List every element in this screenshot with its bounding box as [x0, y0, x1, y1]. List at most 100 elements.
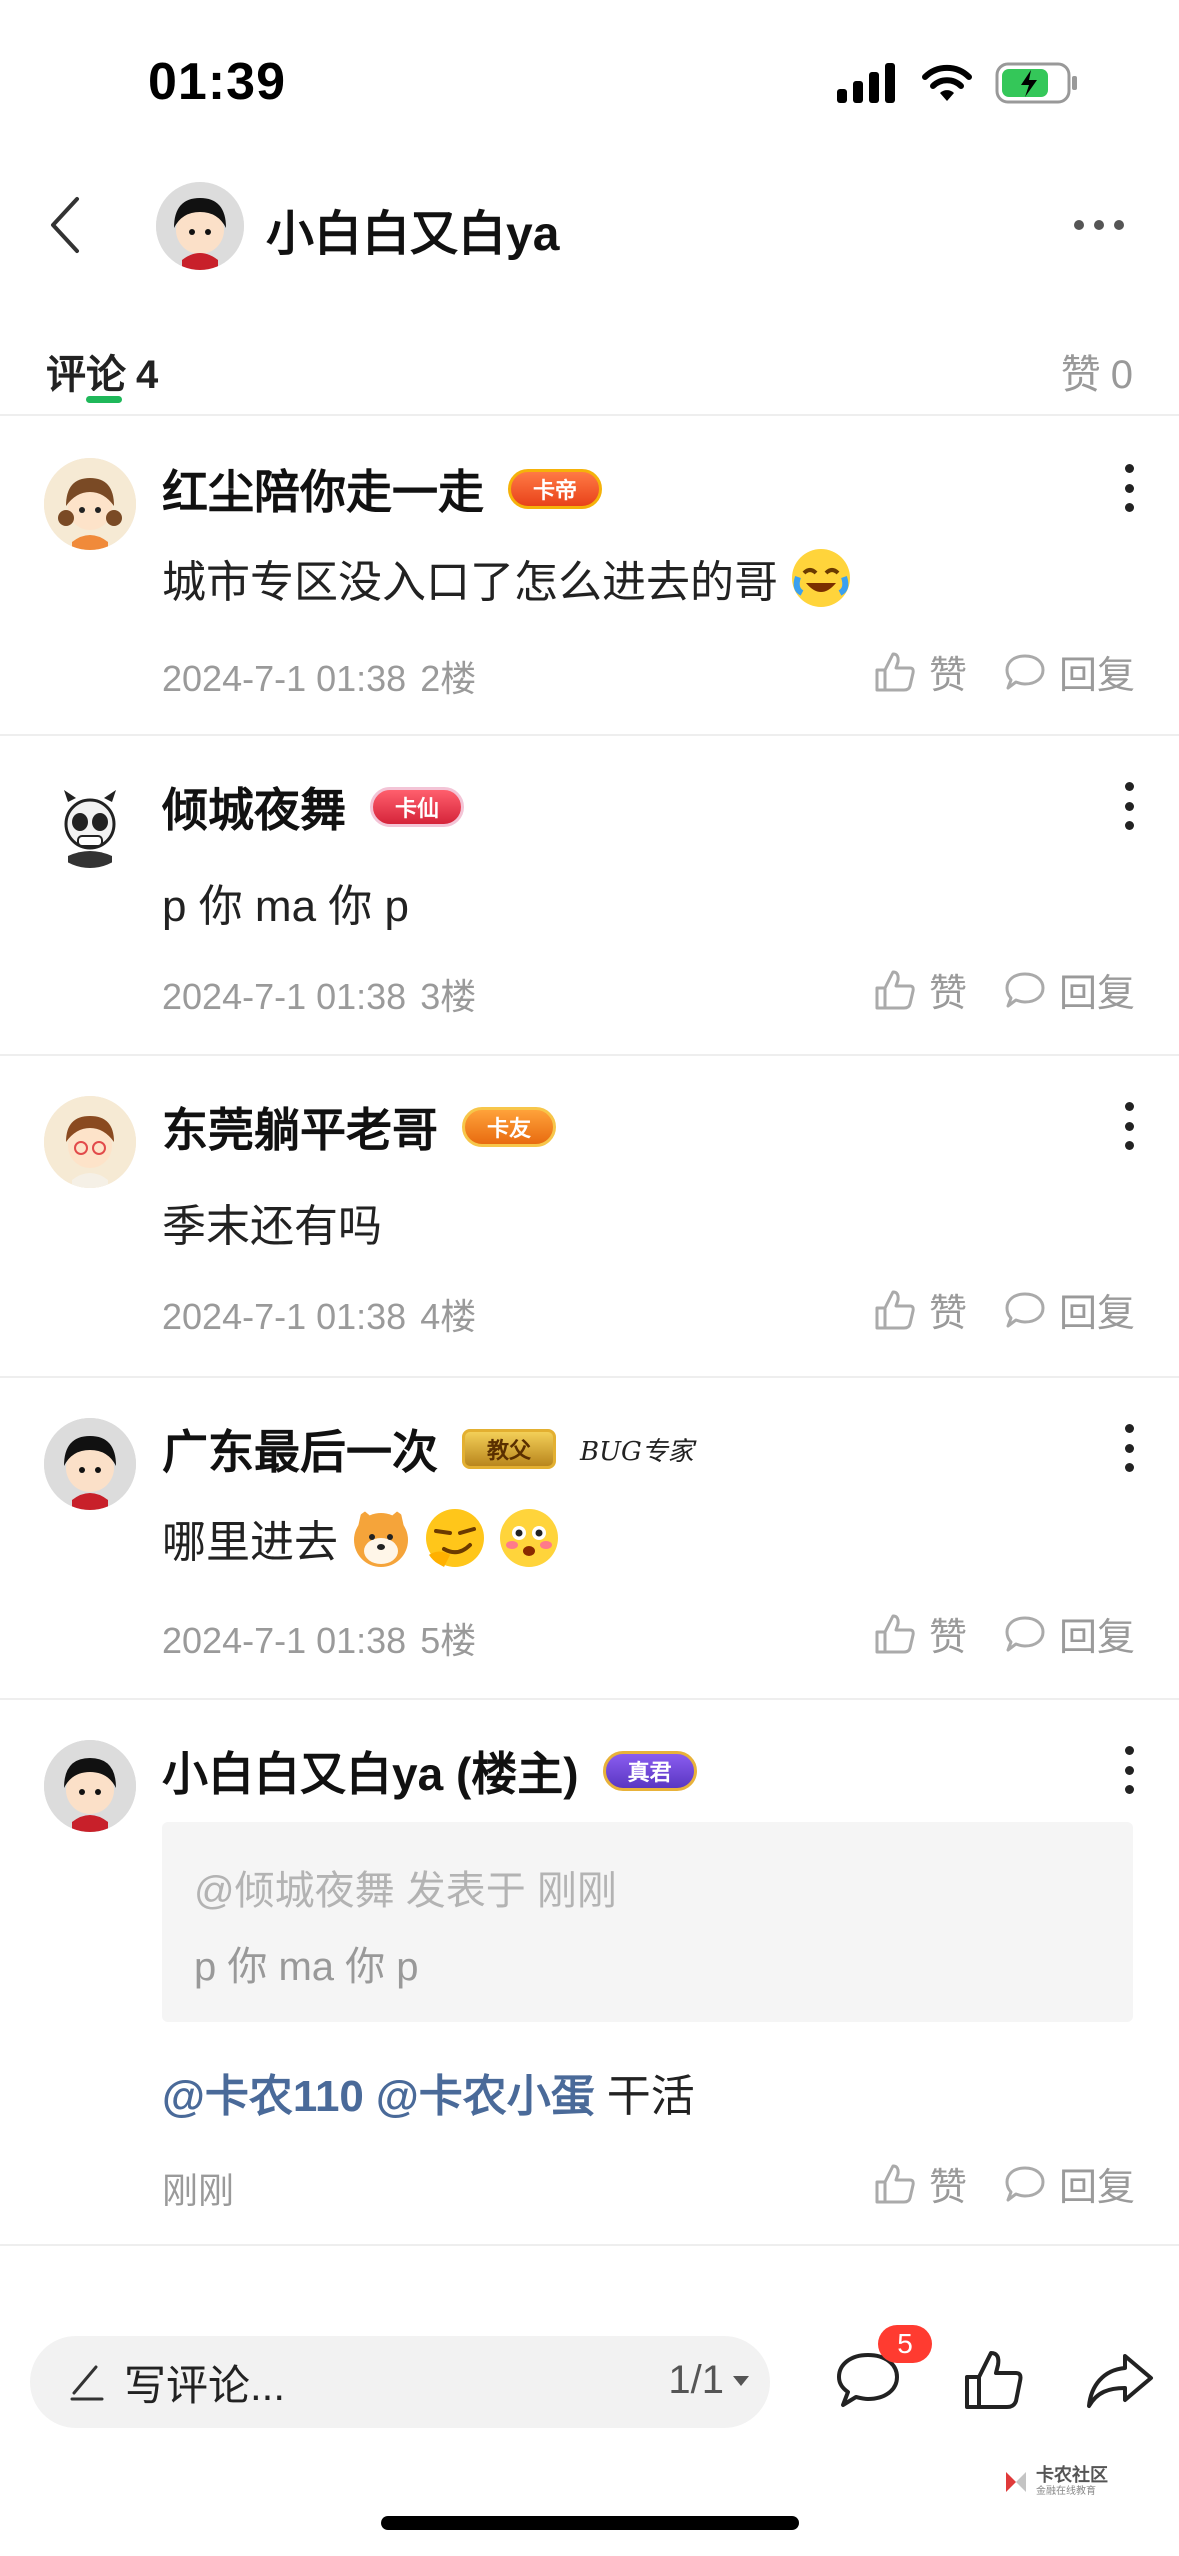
- comment-text-row: 哪里进去: [162, 1506, 560, 1570]
- commenter-avatar[interactable]: [44, 458, 136, 550]
- back-button[interactable]: [30, 190, 100, 260]
- like-button[interactable]: 赞: [873, 644, 967, 699]
- chat-bubble-icon: [1005, 654, 1045, 689]
- commenter-avatar[interactable]: [44, 1418, 136, 1510]
- commenter-name[interactable]: 红尘陪你走一走: [162, 456, 484, 522]
- comment-actions: 赞 回复: [873, 2156, 1135, 2211]
- thumbs-up-icon: [875, 1614, 915, 1653]
- like-button[interactable]: 赞: [873, 1282, 967, 1337]
- commenter-avatar[interactable]: [44, 776, 136, 868]
- comment-meta: 2024-7-1 01:38 3楼: [162, 968, 476, 1020]
- like-button[interactable]: 赞: [873, 2156, 967, 2211]
- watermark-name: 卡农社区: [1036, 2465, 1108, 2485]
- comment-actions: 赞 回复: [873, 962, 1135, 1017]
- level-badge: 卡帝: [508, 469, 603, 509]
- commenter-name-row: 红尘陪你走一走 卡帝: [162, 456, 603, 522]
- reply-label: 回复: [1058, 973, 1135, 1015]
- commenter-name[interactable]: 东莞躺平老哥: [162, 1094, 438, 1160]
- pencil-icon: [70, 2365, 104, 2401]
- tab-comments-label: 评论: [46, 353, 126, 397]
- comment-date: 2024-7-1 01:38: [162, 976, 407, 1017]
- level-badge: 真君: [602, 1751, 697, 1791]
- page-indicator: 1/1: [668, 2358, 724, 2402]
- like-post-button[interactable]: [954, 2340, 1034, 2420]
- comment-floor: 4楼: [420, 1296, 477, 1337]
- commenter-avatar[interactable]: [44, 1740, 136, 1832]
- comment-date: 2024-7-1 01:38: [162, 658, 407, 699]
- reply-button[interactable]: 回复: [1003, 644, 1135, 699]
- comment-date: 刚刚: [162, 2170, 235, 2211]
- mention-link[interactable]: @卡农110: [162, 2060, 364, 2124]
- like-label: 赞: [928, 2167, 967, 2209]
- comment-actions: 赞 回复: [873, 644, 1135, 699]
- page-selector[interactable]: 1/1: [668, 2358, 750, 2403]
- comment-text-row: p 你 ma 你 p: [162, 870, 409, 934]
- more-dot: [1094, 220, 1104, 230]
- like-button[interactable]: 赞: [873, 1606, 967, 1661]
- comment-text: 干活: [606, 2072, 695, 2121]
- status-icons: [837, 62, 1079, 104]
- thumbs-up-icon: [875, 1290, 915, 1329]
- more-dot: [1074, 220, 1084, 230]
- chat-bubble-icon: [1005, 972, 1045, 1007]
- tab-comments[interactable]: 评论 4: [46, 342, 158, 400]
- comment-more-button[interactable]: [1109, 1418, 1149, 1478]
- tab-comments-count: 4: [136, 353, 159, 397]
- commenter-name[interactable]: 倾城夜舞: [162, 774, 346, 840]
- comment-more-button[interactable]: [1109, 776, 1149, 836]
- commenter-name-row: 广东最后一次 教父 BUG专家: [162, 1416, 694, 1482]
- comment-text: 哪里进去: [162, 1518, 338, 1567]
- comment-item: 红尘陪你走一走 卡帝 城市专区没入口了怎么进去的哥 2024-7-1 01:38…: [0, 418, 1179, 736]
- thumbs-up-icon: [875, 2164, 915, 2203]
- comment-text: 季末还有吗: [162, 1202, 382, 1251]
- commenter-name-row: 小白白又白ya (楼主) 真君: [162, 1738, 697, 1804]
- thumbs-up-icon: [875, 652, 915, 691]
- chat-bubble-icon: [1005, 1292, 1045, 1327]
- share-button[interactable]: [1080, 2340, 1160, 2420]
- commenter-name-row: 倾城夜舞 卡仙: [162, 774, 465, 840]
- reply-button[interactable]: 回复: [1003, 1282, 1135, 1337]
- comment-item: 倾城夜舞 卡仙 p 你 ma 你 p 2024-7-1 01:38 3楼 赞 回复: [0, 736, 1179, 1056]
- comment-actions: 赞 回复: [873, 1282, 1135, 1337]
- notification-count-badge: 5: [878, 2325, 932, 2363]
- comment-more-button[interactable]: [1109, 458, 1149, 518]
- comment-item: 广东最后一次 教父 BUG专家 哪里进去 2024-7-1 01:38 5楼 赞…: [0, 1378, 1179, 1700]
- like-button[interactable]: 赞: [873, 962, 967, 1017]
- reply-button[interactable]: 回复: [1003, 2156, 1135, 2211]
- comment-text-row: 季末还有吗: [162, 1190, 382, 1254]
- kanong-logo-icon: [1006, 2471, 1026, 2492]
- reply-label: 回复: [1058, 1293, 1135, 1335]
- comment-more-button[interactable]: [1109, 1740, 1149, 1800]
- like-label: 赞: [928, 1617, 967, 1659]
- tabs-bar: 评论 4 赞0: [0, 320, 1179, 416]
- laugh-cry-emoji-icon: [792, 549, 850, 607]
- blush-emoji-icon: [500, 1509, 558, 1567]
- reply-label: 回复: [1058, 2167, 1135, 2209]
- quoted-comment-header: @倾城夜舞 发表于 刚刚: [194, 1869, 617, 1913]
- reply-button[interactable]: 回复: [1003, 962, 1135, 1017]
- comment-input-placeholder: 写评论...: [124, 2361, 286, 2409]
- tab-likes[interactable]: 赞0: [1061, 342, 1133, 400]
- reply-button[interactable]: 回复: [1003, 1606, 1135, 1661]
- chat-bubble-icon: [1005, 2166, 1045, 2201]
- tab-likes-label: 赞: [1060, 353, 1101, 397]
- more-options-button[interactable]: [1059, 200, 1139, 250]
- author-avatar[interactable]: [156, 182, 244, 270]
- reply-label: 回复: [1058, 1617, 1135, 1659]
- comment-text: 城市专区没入口了怎么进去的哥: [162, 558, 778, 607]
- mention-link[interactable]: @卡农小蛋: [376, 2060, 595, 2124]
- reply-label: 回复: [1058, 655, 1135, 697]
- comment-date: 2024-7-1 01:38: [162, 1620, 407, 1661]
- wifi-icon: [922, 64, 972, 101]
- bug-expert-badge: BUG专家: [580, 1436, 694, 1467]
- commenter-name[interactable]: 小白白又白ya (楼主): [162, 1738, 579, 1804]
- commenter-avatar[interactable]: [44, 1096, 136, 1188]
- quoted-comment-text: p 你 ma 你 p: [194, 1945, 419, 1989]
- comment-input[interactable]: 写评论... 1/1: [30, 2336, 770, 2428]
- comment-meta: 2024-7-1 01:38 4楼: [162, 1288, 476, 1340]
- comment-more-button[interactable]: [1109, 1096, 1149, 1156]
- level-badge: 卡友: [462, 1107, 557, 1147]
- tab-likes-count: 0: [1110, 353, 1133, 397]
- comment-text: p 你 ma 你 p: [162, 882, 409, 931]
- commenter-name[interactable]: 广东最后一次: [162, 1416, 438, 1482]
